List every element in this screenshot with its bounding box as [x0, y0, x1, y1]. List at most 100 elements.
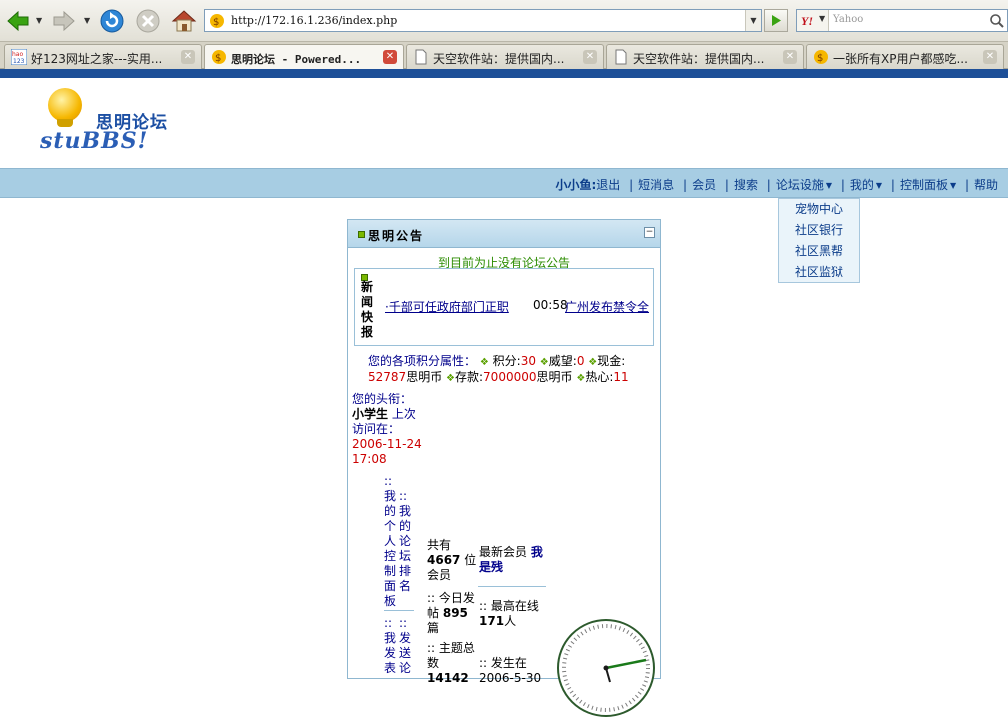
close-icon[interactable]: ✕	[783, 50, 797, 64]
reload-button[interactable]	[98, 7, 126, 35]
diamond-icon: ❖	[539, 357, 549, 368]
chevron-down-icon: ▼	[825, 181, 833, 190]
menu-item-gang[interactable]: 社区黑帮	[779, 241, 859, 262]
today-posts: :: 今日发帖 895 篇	[427, 591, 475, 635]
tab-siming-forum[interactable]: $ 思明论坛 - Powered... ✕	[204, 44, 404, 70]
announcement-panel: 思明公告 − 到目前为止没有论坛公告 新闻快报 ·千部可任政府部门正职 00:5…	[347, 219, 661, 717]
score-label: 您的各项积分属性：	[368, 354, 477, 368]
panel-header: 思明公告 −	[348, 220, 660, 248]
score-summary: 您的各项积分属性： ❖ 积分:30 ❖威望:0 ❖现金: 52787思明币 ❖存…	[368, 354, 629, 384]
nav-search[interactable]: 搜索	[734, 178, 758, 192]
svg-text:$: $	[215, 53, 221, 64]
stop-button[interactable]	[134, 7, 162, 35]
browser-toolbar: ▼ ▼ $ http://172.16.1.236/index.php ▼ Y!…	[0, 0, 1008, 42]
forum-navbar: 小小鱼:退出 | 短消息 | 会员 | 搜索 | 论坛设施 ▼ | 我的 ▼ | 控制面板 ▼ |…	[0, 168, 1008, 198]
svg-text:hao: hao	[12, 51, 23, 58]
menu-item-bank[interactable]: 社区银行	[779, 220, 859, 241]
reload-icon	[100, 9, 124, 33]
address-dropdown-icon[interactable]: ▼	[745, 10, 761, 31]
tab-hao123[interactable]: hao 123 好123网址之家---实用... ✕	[4, 44, 202, 69]
hao123-favicon-icon: hao 123	[11, 49, 27, 65]
forward-history-caret-icon[interactable]: ▼	[84, 17, 92, 25]
tab-label: 一张所有XP用户都感吃...	[833, 52, 968, 66]
tab-xp-article[interactable]: $ 一张所有XP用户都感吃... ✕	[806, 44, 1004, 69]
menu-item-pet-center[interactable]: 宠物中心	[779, 199, 859, 220]
news-flash-box: 新闻快报 ·千部可任政府部门正职 00:58 广州发布禁令全	[354, 268, 654, 346]
member-count: 共有4667 位会员	[427, 538, 477, 582]
back-button[interactable]	[4, 7, 32, 35]
diamond-icon: ❖	[576, 373, 586, 384]
close-icon[interactable]: ✕	[583, 50, 597, 64]
title-label: 您的头衔：	[352, 392, 413, 406]
panel-title: 思明公告	[368, 229, 425, 243]
page-icon	[615, 49, 627, 65]
collapse-button[interactable]: −	[644, 227, 655, 238]
news-label: 新闻快报	[361, 280, 374, 339]
enthusiasm-value: 11	[613, 370, 629, 384]
news-time: 00:58	[533, 298, 568, 312]
user-rank: 您的头衔： 小学生 上次访问在： 2006-11-24 17:08	[352, 392, 422, 467]
chevron-down-icon: ▼	[949, 181, 957, 190]
home-button[interactable]	[170, 7, 198, 35]
lightbulb-icon	[48, 88, 82, 122]
occurred-on: :: 发生在 2006-5-30	[479, 656, 542, 685]
address-bar[interactable]: $ http://172.16.1.236/index.php ▼	[204, 9, 762, 32]
tab-label: 思明论坛 - Powered...	[231, 53, 362, 66]
logo-english-text: stuBBS!	[40, 128, 149, 154]
menu-item-prison[interactable]: 社区监狱	[779, 262, 859, 283]
tab-skycn-2[interactable]: 天空软件站：提供国内... ✕	[606, 44, 804, 69]
chevron-down-icon: ▼	[875, 181, 883, 190]
back-history-caret-icon[interactable]: ▼	[36, 17, 44, 25]
news-link[interactable]: ·千部可任政府部门正职	[385, 298, 509, 315]
search-placeholder: Yahoo	[833, 14, 864, 25]
topic-count: :: 主题总数 14142	[427, 641, 475, 685]
send-link[interactable]: ::发送论	[399, 616, 413, 676]
go-button[interactable]	[764, 9, 788, 32]
clock-icon	[557, 619, 655, 717]
nav-help[interactable]: 帮助	[974, 178, 998, 192]
nav-messages[interactable]: 短消息	[638, 178, 674, 192]
nav-control-panel[interactable]: 控制面板	[900, 178, 948, 192]
close-icon[interactable]: ✕	[383, 50, 397, 64]
nav-mine[interactable]: 我的	[850, 178, 874, 192]
newest-member: 最新会员 我是残	[479, 545, 543, 574]
diamond-icon: ❖	[588, 357, 598, 368]
engine-caret-icon: ▼	[819, 14, 826, 23]
nav-members[interactable]: 会员	[692, 178, 716, 192]
username[interactable]: 小小鱼:	[555, 178, 596, 192]
close-icon[interactable]: ✕	[181, 50, 195, 64]
last-visit-value: 2006-11-24 17:08	[352, 437, 422, 466]
title-value: 小学生	[352, 407, 389, 421]
forward-button[interactable]	[50, 7, 78, 35]
svg-text:$: $	[213, 17, 219, 28]
cash-value: 52787	[368, 370, 407, 384]
tab-strip: hao 123 好123网址之家---实用... ✕ $ 思明论坛 - Powe…	[0, 42, 1008, 70]
tab-skycn-1[interactable]: 天空软件站：提供国内... ✕	[406, 44, 604, 69]
news-link[interactable]: 广州发布禁令全	[565, 298, 649, 315]
home-icon	[171, 10, 197, 32]
go-arrow-icon	[772, 15, 781, 26]
my-ranking-link[interactable]: ::我的论坛排名	[399, 489, 413, 594]
svg-text:123: 123	[13, 58, 25, 65]
diamond-icon: ❖	[446, 373, 455, 384]
bullet-icon	[358, 231, 365, 238]
close-icon[interactable]: ✕	[983, 50, 997, 64]
my-posts-link[interactable]: ::我发表	[384, 616, 398, 676]
prestige-value: 0	[576, 354, 585, 368]
back-arrow-icon	[7, 10, 29, 32]
tab-label: 天空软件站：提供国内...	[633, 52, 765, 66]
my-control-panel-link[interactable]: ::我的个人控制面板	[384, 474, 398, 609]
tab-label: 好123网址之家---实用...	[31, 52, 163, 66]
search-bar[interactable]: Y! ▼ Yahoo	[796, 9, 1008, 32]
search-engine-selector[interactable]: Y! ▼	[797, 10, 829, 31]
forum-favicon-icon: $	[212, 50, 226, 64]
site-logo[interactable]: 思明论坛 stuBBS!	[38, 86, 178, 158]
search-icon[interactable]	[989, 13, 1005, 29]
site-favicon-icon: $	[210, 14, 224, 28]
diamond-icon: ❖	[479, 357, 489, 368]
nav-logout[interactable]: 退出	[596, 178, 620, 192]
page-icon	[415, 49, 427, 65]
navbar-links: 小小鱼:退出 | 短消息 | 会员 | 搜索 | 论坛设施 ▼ | 我的 ▼ | 控制面板 ▼ |…	[555, 178, 998, 192]
yahoo-logo-icon: Y!	[801, 14, 813, 28]
nav-facilities[interactable]: 论坛设施	[776, 178, 824, 192]
